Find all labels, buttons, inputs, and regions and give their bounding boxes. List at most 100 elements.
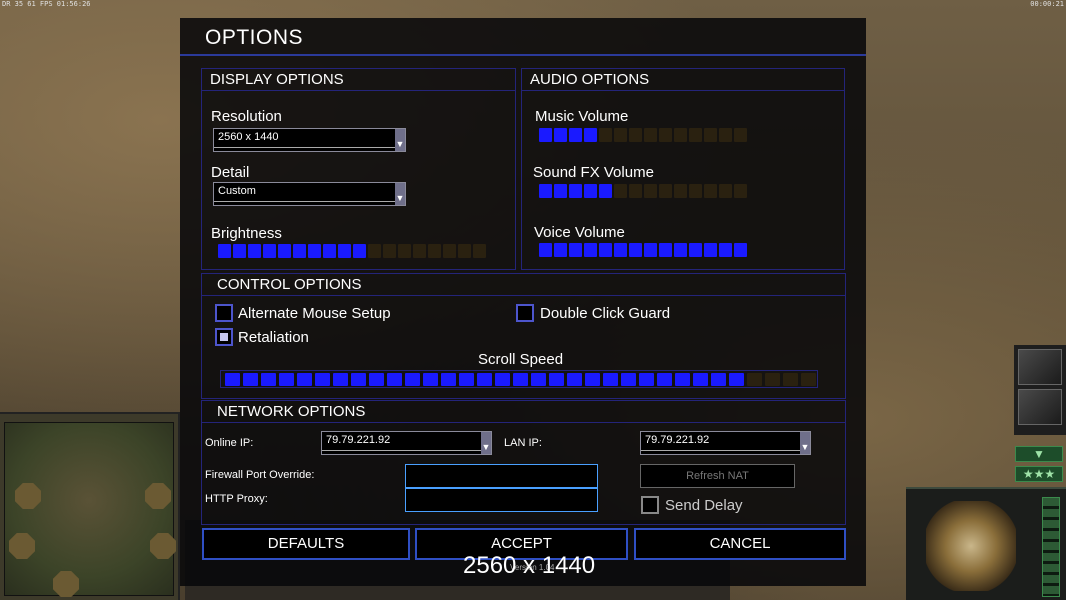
slider-segment-empty[interactable] — [629, 184, 642, 198]
slider-segment-empty[interactable] — [674, 184, 687, 198]
slider-segment-filled[interactable] — [225, 373, 240, 386]
slider-segment-filled[interactable] — [539, 128, 552, 142]
slider-segment-filled[interactable] — [405, 373, 420, 386]
slider-segment-filled[interactable] — [315, 373, 330, 386]
slider-segment-empty[interactable] — [383, 244, 396, 258]
slider-segment-empty[interactable] — [458, 244, 471, 258]
slider-segment-filled[interactable] — [387, 373, 402, 386]
slider-segment-filled[interactable] — [675, 373, 690, 386]
chevron-down-icon[interactable]: ▼ — [481, 432, 491, 454]
slider-segment-filled[interactable] — [584, 243, 597, 257]
slider-segment-filled[interactable] — [659, 243, 672, 257]
slider-segment-empty[interactable] — [734, 184, 747, 198]
slider-segment-filled[interactable] — [599, 243, 612, 257]
chevron-down-icon[interactable]: ▼ — [800, 432, 810, 454]
slider-segment-empty[interactable] — [614, 184, 627, 198]
slider-segment-filled[interactable] — [243, 373, 258, 386]
build-unit-button[interactable] — [1018, 349, 1062, 385]
online-ip-dropdown[interactable]: 79.79.221.92 ▼ — [321, 431, 492, 455]
slider-segment-filled[interactable] — [297, 373, 312, 386]
slider-segment-filled[interactable] — [603, 373, 618, 386]
slider-segment-filled[interactable] — [599, 184, 612, 198]
slider-segment-filled[interactable] — [263, 244, 276, 258]
slider-segment-empty[interactable] — [599, 128, 612, 142]
slider-segment-filled[interactable] — [569, 243, 582, 257]
slider-segment-empty[interactable] — [734, 128, 747, 142]
detail-dropdown[interactable]: Custom ▼ — [213, 182, 406, 206]
slider-segment-filled[interactable] — [569, 128, 582, 142]
lan-ip-dropdown[interactable]: 79.79.221.92 ▼ — [640, 431, 811, 455]
slider-segment-empty[interactable] — [674, 128, 687, 142]
slider-segment-filled[interactable] — [614, 243, 627, 257]
slider-segment-empty[interactable] — [801, 373, 816, 386]
slider-segment-filled[interactable] — [689, 243, 702, 257]
slider-segment-filled[interactable] — [369, 373, 384, 386]
slider-segment-empty[interactable] — [659, 184, 672, 198]
slider-segment-filled[interactable] — [441, 373, 456, 386]
build-unit-button[interactable] — [1018, 389, 1062, 425]
slider-segment-filled[interactable] — [353, 244, 366, 258]
slider-segment-filled[interactable] — [539, 184, 552, 198]
retaliation-checkbox[interactable] — [215, 328, 233, 346]
slider-segment-filled[interactable] — [531, 373, 546, 386]
slider-segment-filled[interactable] — [554, 184, 567, 198]
slider-segment-empty[interactable] — [704, 128, 717, 142]
slider-segment-filled[interactable] — [495, 373, 510, 386]
slider-segment-filled[interactable] — [278, 244, 291, 258]
slider-segment-filled[interactable] — [539, 243, 552, 257]
slider-segment-filled[interactable] — [704, 243, 717, 257]
slider-segment-filled[interactable] — [459, 373, 474, 386]
slider-segment-empty[interactable] — [689, 184, 702, 198]
slider-segment-filled[interactable] — [639, 373, 654, 386]
slider-segment-filled[interactable] — [333, 373, 348, 386]
chevron-down-icon[interactable]: ▼ — [395, 129, 405, 151]
slider-segment-filled[interactable] — [674, 243, 687, 257]
minimap-view[interactable] — [4, 422, 176, 597]
http-proxy-input[interactable] — [405, 488, 598, 512]
slider-segment-filled[interactable] — [279, 373, 294, 386]
send-delay-checkbox[interactable] — [641, 496, 659, 514]
slider-segment-filled[interactable] — [293, 244, 306, 258]
slider-segment-empty[interactable] — [629, 128, 642, 142]
slider-segment-empty[interactable] — [398, 244, 411, 258]
slider-segment-empty[interactable] — [704, 184, 717, 198]
slider-segment-filled[interactable] — [308, 244, 321, 258]
minimap[interactable] — [0, 412, 180, 600]
slider-segment-filled[interactable] — [549, 373, 564, 386]
slider-segment-filled[interactable] — [621, 373, 636, 386]
slider-segment-filled[interactable] — [477, 373, 492, 386]
slider-segment-empty[interactable] — [413, 244, 426, 258]
double-click-checkbox[interactable] — [516, 304, 534, 322]
slider-segment-filled[interactable] — [218, 244, 231, 258]
slider-segment-filled[interactable] — [513, 373, 528, 386]
slider-segment-filled[interactable] — [585, 373, 600, 386]
slider-segment-empty[interactable] — [443, 244, 456, 258]
slider-segment-filled[interactable] — [248, 244, 261, 258]
slider-segment-filled[interactable] — [569, 184, 582, 198]
firewall-port-input[interactable] — [405, 464, 598, 488]
slider-segment-empty[interactable] — [747, 373, 762, 386]
slider-segment-empty[interactable] — [719, 128, 732, 142]
slider-segment-filled[interactable] — [233, 244, 246, 258]
slider-segment-filled[interactable] — [657, 373, 672, 386]
slider-segment-filled[interactable] — [729, 373, 744, 386]
cancel-button[interactable]: CANCEL — [634, 528, 846, 560]
slider-segment-empty[interactable] — [428, 244, 441, 258]
alt-mouse-checkbox[interactable] — [215, 304, 233, 322]
slider-segment-empty[interactable] — [689, 128, 702, 142]
brightness-slider[interactable] — [218, 244, 486, 260]
slider-segment-filled[interactable] — [734, 243, 747, 257]
slider-segment-filled[interactable] — [351, 373, 366, 386]
slider-segment-filled[interactable] — [338, 244, 351, 258]
slider-segment-filled[interactable] — [584, 128, 597, 142]
slider-segment-filled[interactable] — [554, 243, 567, 257]
chevron-down-icon[interactable]: ▼ — [1015, 446, 1063, 462]
resolution-dropdown[interactable]: 2560 x 1440 ▼ — [213, 128, 406, 152]
slider-segment-empty[interactable] — [719, 184, 732, 198]
slider-segment-empty[interactable] — [614, 128, 627, 142]
slider-segment-filled[interactable] — [629, 243, 642, 257]
slider-segment-empty[interactable] — [473, 244, 486, 258]
slider-segment-filled[interactable] — [261, 373, 276, 386]
slider-segment-filled[interactable] — [323, 244, 336, 258]
slider-segment-empty[interactable] — [368, 244, 381, 258]
